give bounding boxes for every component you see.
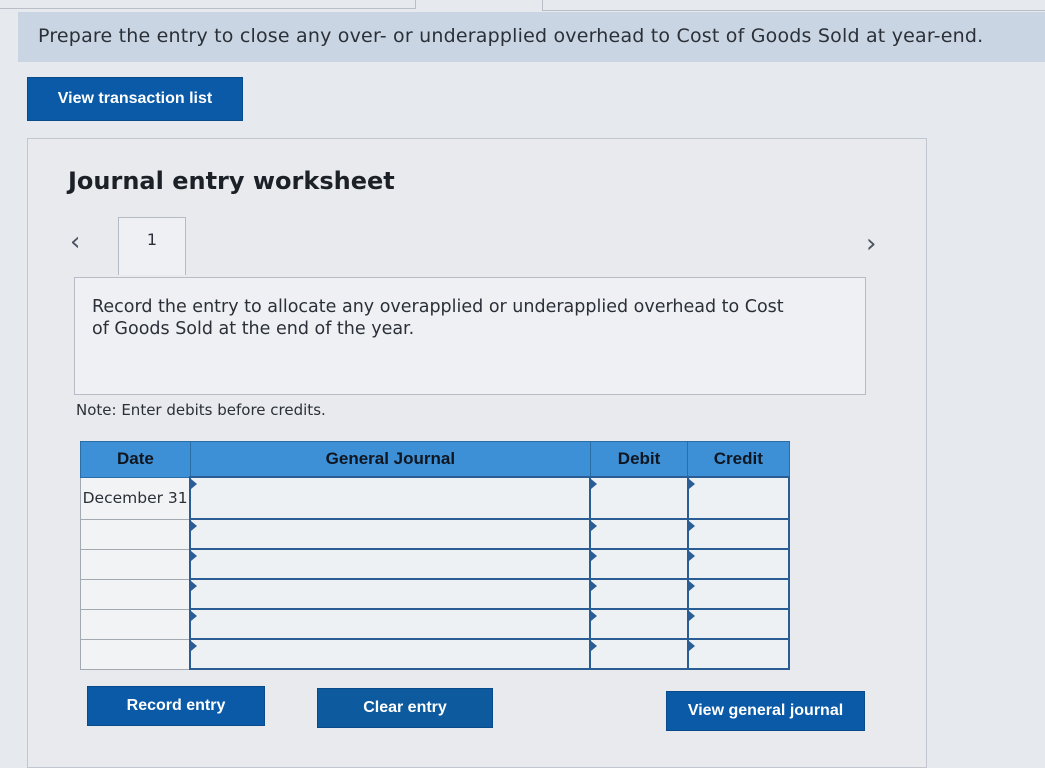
table-row <box>80 638 791 670</box>
debit-input[interactable] <box>589 638 689 670</box>
view-general-journal-button[interactable]: View general journal <box>666 691 865 731</box>
note-text: Note: Enter debits before credits. <box>76 401 326 419</box>
credit-input[interactable] <box>686 608 791 640</box>
dropdown-marker-icon <box>191 641 198 651</box>
date-cell <box>80 578 191 610</box>
dropdown-marker-icon <box>688 611 695 621</box>
top-divider-right <box>542 0 1045 11</box>
prompt-text: Prepare the entry to close any over- or … <box>38 25 984 47</box>
date-cell: December 31 <box>80 476 191 520</box>
journal-table: Date General Journal Debit Credit Decemb… <box>80 441 791 670</box>
date-cell <box>80 548 191 580</box>
dropdown-marker-icon <box>688 641 695 651</box>
tab-entry-1-label: 1 <box>146 230 158 249</box>
dropdown-marker-icon <box>688 521 695 531</box>
header-credit: Credit <box>687 441 790 478</box>
chevron-right-icon[interactable]: › <box>866 229 876 259</box>
dropdown-marker-icon <box>688 581 695 591</box>
worksheet-title: Journal entry worksheet <box>68 167 395 195</box>
debit-input[interactable] <box>589 578 689 610</box>
debit-input[interactable] <box>589 608 689 640</box>
dropdown-marker-icon <box>191 611 198 621</box>
dropdown-marker-icon <box>688 551 695 561</box>
table-row: December 31 <box>80 476 791 520</box>
top-divider-lines <box>0 0 1045 12</box>
clear-entry-button[interactable]: Clear entry <box>317 688 493 728</box>
dropdown-marker-icon <box>591 551 598 561</box>
credit-input[interactable] <box>686 638 791 670</box>
dropdown-marker-icon <box>191 551 198 561</box>
tab-entry-1[interactable]: 1 <box>118 217 186 275</box>
dropdown-marker-icon <box>591 611 598 621</box>
table-row <box>80 608 791 640</box>
credit-input[interactable] <box>686 548 791 580</box>
dropdown-marker-icon <box>591 581 598 591</box>
dropdown-marker-icon <box>191 521 198 531</box>
dropdown-marker-icon <box>191 581 198 591</box>
table-row <box>80 518 791 550</box>
account-input[interactable] <box>189 518 592 550</box>
debit-input[interactable] <box>589 518 689 550</box>
date-cell <box>80 638 191 670</box>
record-entry-button[interactable]: Record entry <box>87 686 265 726</box>
dropdown-marker-icon <box>591 521 598 531</box>
instruction-text: Record the entry to allocate any overapp… <box>92 297 784 339</box>
dropdown-marker-icon <box>191 479 198 489</box>
account-input[interactable] <box>189 548 592 580</box>
debit-input[interactable] <box>589 548 689 580</box>
account-input[interactable] <box>189 608 592 640</box>
account-input[interactable] <box>189 578 592 610</box>
journal-table-header-row: Date General Journal Debit Credit <box>80 441 790 478</box>
chevron-left-icon[interactable]: ‹ <box>70 227 80 257</box>
table-row <box>80 578 791 610</box>
account-input[interactable] <box>189 476 592 520</box>
journal-entry-worksheet: Journal entry worksheet ‹ 1 › Record the… <box>27 138 927 768</box>
account-input[interactable] <box>189 638 592 670</box>
top-divider-left <box>0 0 416 9</box>
credit-input[interactable] <box>686 476 791 520</box>
credit-input[interactable] <box>686 578 791 610</box>
prompt-band: Prepare the entry to close any over- or … <box>18 12 1045 62</box>
view-transaction-list-button[interactable]: View transaction list <box>27 77 243 121</box>
date-cell <box>80 608 191 640</box>
dropdown-marker-icon <box>591 641 598 651</box>
instruction-box: Record the entry to allocate any overapp… <box>74 277 866 395</box>
debit-input[interactable] <box>589 476 689 520</box>
dropdown-marker-icon <box>591 479 598 489</box>
header-debit: Debit <box>589 441 689 478</box>
credit-input[interactable] <box>686 518 791 550</box>
table-row <box>80 548 791 580</box>
dropdown-marker-icon <box>688 479 695 489</box>
header-date: Date <box>80 441 191 478</box>
header-general-journal: General Journal <box>189 441 591 478</box>
date-cell <box>80 518 191 550</box>
